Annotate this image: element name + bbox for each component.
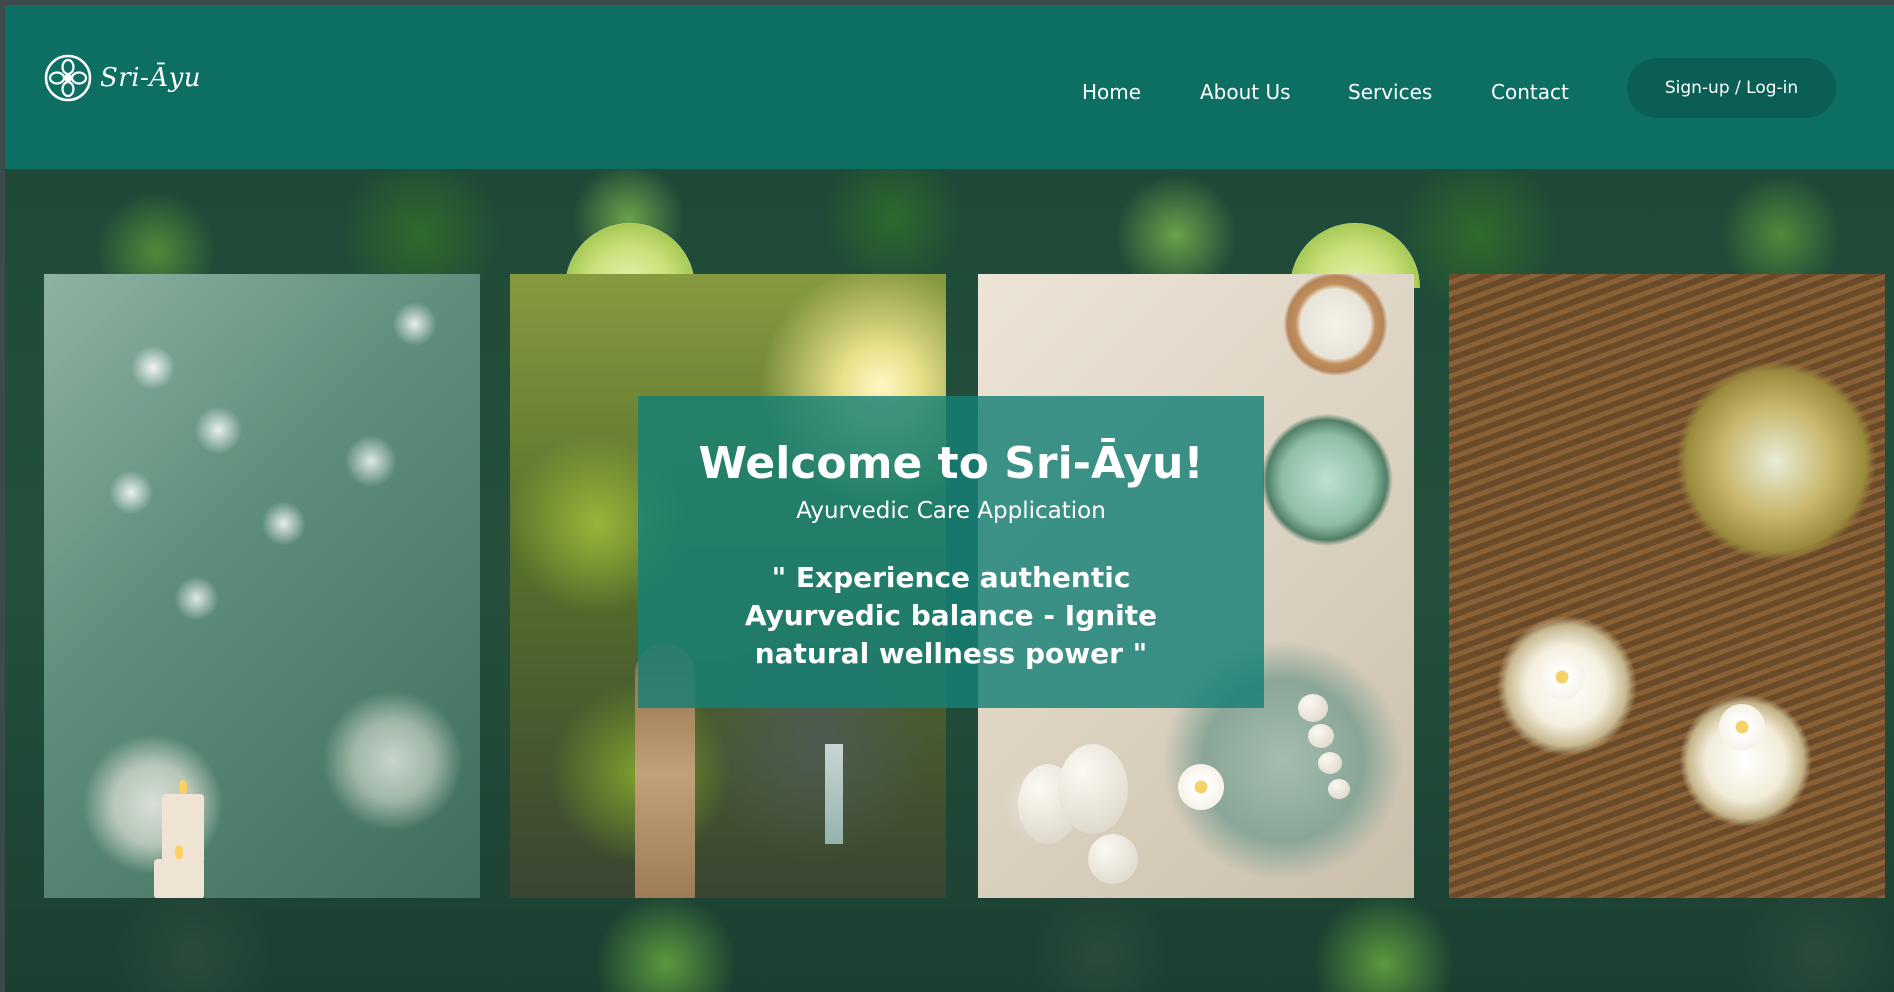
signup-login-button[interactable]: Sign-up / Log-in: [1627, 58, 1836, 118]
welcome-title: Welcome to Sri-Āyu!: [698, 438, 1204, 489]
flower-shape: [1178, 764, 1224, 810]
app-window: Sri-Āyu Home About Us Services Contact S…: [5, 5, 1894, 992]
nav-home-link[interactable]: Home: [1082, 77, 1141, 107]
nav-services-link[interactable]: Services: [1348, 77, 1432, 107]
stone-shape: [1308, 724, 1334, 748]
nav-contact-link[interactable]: Contact: [1491, 77, 1569, 107]
nav-about-link[interactable]: About Us: [1200, 77, 1291, 107]
flower-shape: [1539, 654, 1585, 700]
stone-shape: [1298, 694, 1328, 722]
waterfall-shape: [825, 744, 843, 844]
orchid-candles-image: [44, 274, 480, 898]
candle-shape: [154, 845, 204, 898]
welcome-subtitle: Ayurvedic Care Application: [796, 498, 1106, 524]
herbal-tea-image: [1449, 274, 1885, 898]
stone-shape: [1328, 779, 1350, 799]
flower-shape: [1719, 704, 1765, 750]
stone-shape: [1088, 834, 1138, 884]
stone-shape: [1058, 744, 1128, 834]
hero-section: Welcome to Sri-Āyu! Ayurvedic Care Appli…: [5, 169, 1894, 992]
welcome-tagline: " Experience authentic Ayurvedic balance…: [744, 561, 1158, 670]
stone-shape: [1318, 752, 1342, 774]
navbar: Sri-Āyu Home About Us Services Contact S…: [5, 5, 1894, 169]
candle-shape: [162, 780, 204, 864]
main-nav: Home About Us Services Contact: [5, 77, 1894, 107]
welcome-card: Welcome to Sri-Āyu! Ayurvedic Care Appli…: [638, 396, 1264, 708]
